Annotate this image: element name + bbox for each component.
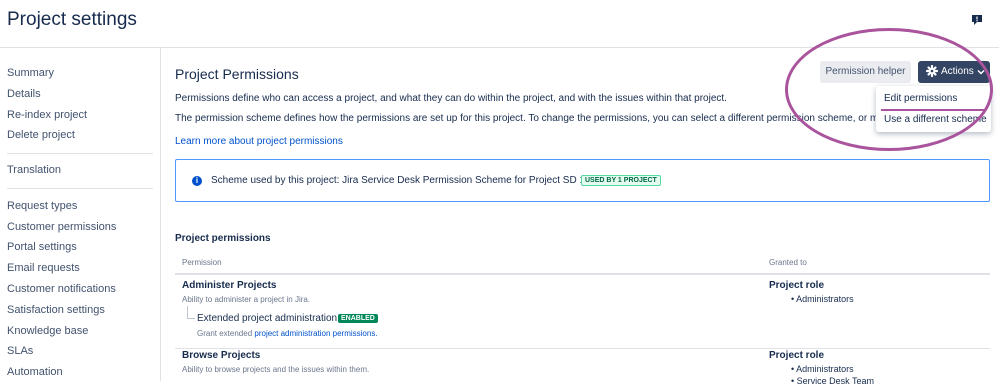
info-icon: i [192, 176, 202, 186]
sidebar-item-translation[interactable]: Translation [7, 164, 61, 176]
grant-item: • Administrators [791, 364, 854, 374]
column-header-permission: Permission [182, 258, 222, 267]
annotation-underline [881, 109, 986, 111]
main-content: Project Permissions Permissions define w… [161, 28, 999, 386]
grant-item: • Administrators [791, 294, 854, 304]
permission-helper-button[interactable]: Permission helper [820, 61, 911, 83]
sidebar-divider [7, 188, 153, 189]
sidebar-item-slas[interactable]: SLAs [7, 345, 33, 357]
section-title: Project Permissions [175, 66, 299, 82]
grant-type: Project role [769, 350, 825, 361]
permissions-heading: Project permissions [175, 233, 271, 244]
grant-item: • Service Desk Team [791, 376, 875, 386]
sidebar-item-request-types[interactable]: Request types [7, 200, 77, 212]
description-text: Permissions define who can access a proj… [175, 93, 727, 104]
extended-permission-description: Grant extended project administration pe… [197, 329, 378, 338]
sidebar-item-portal-settings[interactable]: Portal settings [7, 241, 77, 253]
extended-permission-name: Extended project administration [197, 313, 338, 324]
feedback-icon[interactable] [971, 14, 983, 26]
permission-name: Administer Projects [182, 280, 277, 291]
menu-item-use-different-scheme[interactable]: Use a different scheme [884, 114, 987, 125]
sidebar-item-delete-project[interactable]: Delete project [7, 129, 75, 141]
menu-item-edit-permissions[interactable]: Edit permissions [884, 93, 957, 104]
page-header: Project settings [0, 0, 999, 48]
sidebar-item-knowledge-base[interactable]: Knowledge base [7, 325, 88, 337]
sidebar-item-summary[interactable]: Summary [7, 67, 54, 79]
table-header-divider [175, 273, 990, 275]
page-title: Project settings [7, 9, 137, 30]
used-by-badge: USED BY 1 PROJECT [581, 175, 661, 186]
description-text: The permission scheme defines how the pe… [175, 113, 900, 124]
chevron-down-icon [977, 69, 985, 75]
actions-dropdown-menu: Edit permissions Use a different scheme [876, 86, 991, 132]
sidebar: Summary Details Re-index project Delete … [0, 48, 161, 381]
sidebar-item-satisfaction-settings[interactable]: Satisfaction settings [7, 304, 105, 316]
sidebar-item-customer-permissions[interactable]: Customer permissions [7, 221, 116, 233]
sidebar-divider [7, 153, 153, 154]
tree-connector [187, 318, 195, 319]
permission-description: Ability to administer a project in Jira. [182, 295, 311, 304]
grant-item-label: Administrators [796, 294, 854, 304]
gear-icon [926, 65, 938, 77]
column-header-granted-to: Granted to [769, 258, 807, 267]
grant-type: Project role [769, 280, 825, 291]
scheme-info-text: Scheme used by this project: Jira Servic… [211, 175, 586, 186]
sidebar-item-reindex-project[interactable]: Re-index project [7, 109, 87, 121]
sidebar-item-email-requests[interactable]: Email requests [7, 262, 80, 274]
enabled-badge: ENABLED [338, 314, 378, 323]
extended-desc-text: Grant extended [197, 329, 255, 338]
actions-label: Actions [941, 66, 974, 77]
sidebar-item-details[interactable]: Details [7, 88, 41, 100]
permission-description: Ability to browse projects and the issue… [182, 365, 370, 374]
sidebar-item-customer-notifications[interactable]: Customer notifications [7, 283, 116, 295]
permission-name: Browse Projects [182, 350, 261, 361]
actions-button[interactable]: Actions [918, 61, 990, 83]
extended-admin-permissions-link[interactable]: project administration permissions. [254, 329, 377, 338]
grant-item-label: Administrators [796, 364, 854, 374]
table-row-divider [175, 348, 990, 349]
sidebar-item-automation[interactable]: Automation [7, 366, 63, 378]
tree-connector [187, 306, 188, 318]
grant-item-label: Service Desk Team [796, 376, 875, 386]
learn-more-link[interactable]: Learn more about project permissions [175, 136, 343, 147]
scheme-info-box: i Scheme used by this project: Jira Serv… [175, 159, 990, 202]
